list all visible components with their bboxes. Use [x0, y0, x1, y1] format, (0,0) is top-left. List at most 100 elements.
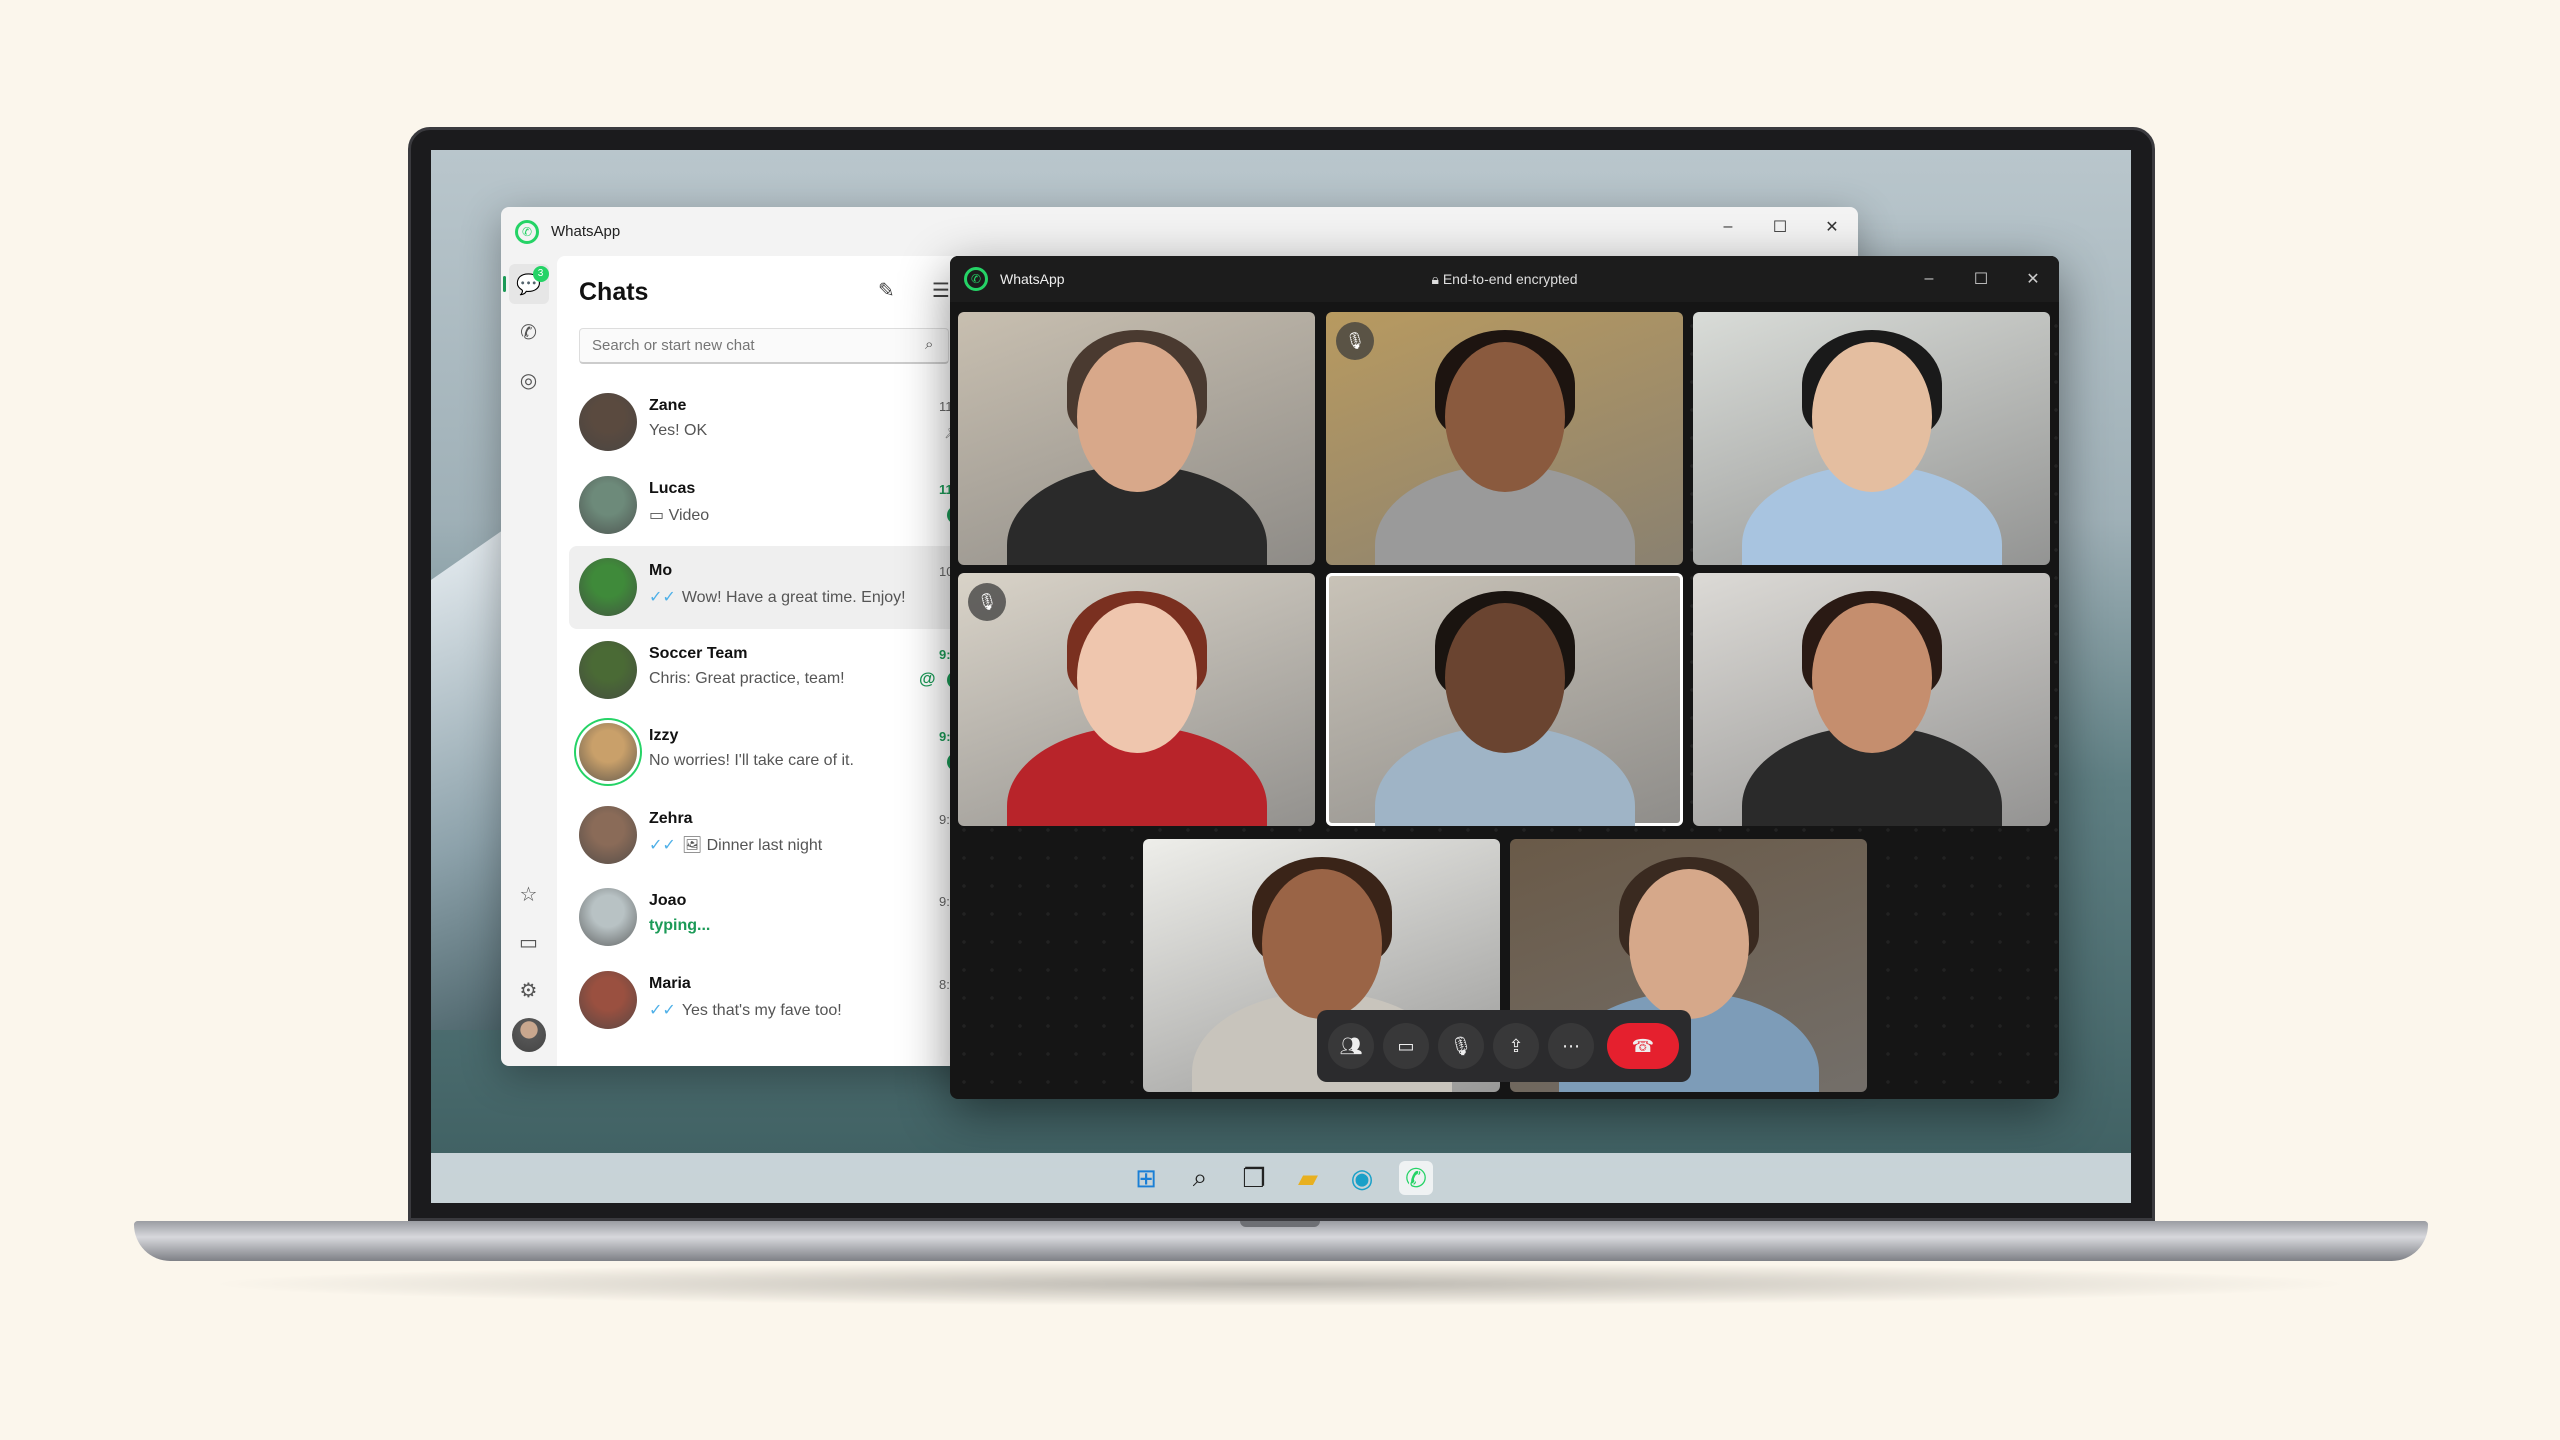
call-window-controls: – ☐ ✕ — [1903, 256, 2059, 302]
archive-icon: ▭ — [519, 931, 538, 954]
close-button[interactable]: ✕ — [2007, 256, 2059, 302]
participant-face — [1076, 342, 1197, 492]
windows-start-icon[interactable]: ⊞ — [1129, 1161, 1163, 1195]
call-controls: 👥︎ ▭ 🎙︎ ⇪ ⋯ ☎︎ — [1317, 1010, 1691, 1082]
search-icon: ⌕ — [925, 336, 934, 353]
chat-list-item[interactable]: Zehra ✓✓🖼︎ Dinner last night 9:19 — [569, 794, 989, 877]
chat-name: Izzy — [649, 727, 679, 744]
search-input[interactable] — [579, 328, 949, 364]
close-button[interactable]: ✕ — [1806, 207, 1858, 247]
participants-button[interactable]: 👥︎ — [1328, 1023, 1374, 1069]
call-window-title: WhatsApp — [1000, 271, 1065, 287]
chat-avatar — [579, 970, 637, 1029]
chat-list-item[interactable]: Izzy No worries! I'll take care of it. 9… — [569, 711, 989, 794]
chat-preview: No worries! I'll take care of it. — [649, 752, 854, 769]
muted-icon: 🎙︎ — [968, 583, 1006, 621]
whatsapp-logo-icon: ✆ — [964, 267, 988, 291]
end-call-icon: ☎︎ — [1631, 1035, 1655, 1056]
desktop-screen: ✆ WhatsApp – ☐ ✕ 💬 3 ✆ ◎ ☆ ▭ ⚙ Chats ✎ ☰ … — [431, 150, 2131, 1203]
chat-list-item[interactable]: Maria ✓✓Yes that's my fave too! 8:43 — [569, 959, 989, 1042]
participant-tile[interactable]: 🎙︎ — [1326, 312, 1683, 565]
nav-archive[interactable]: ▭ — [509, 922, 549, 962]
laptop-shadow — [200, 1262, 2360, 1306]
microphone-button[interactable]: 🎙︎ — [1438, 1023, 1484, 1069]
title-bar: ✆ WhatsApp — [501, 207, 1858, 256]
call-title-bar: ✆ WhatsApp — [950, 256, 2059, 302]
participant-face — [1076, 603, 1197, 753]
calls-icon: ✆ — [520, 321, 537, 344]
read-receipt-icon: ✓✓ — [649, 1001, 676, 1019]
maximize-button[interactable]: ☐ — [1955, 256, 2007, 302]
video-call-window: ✆ WhatsApp 🔒︎ End-to-end encrypted – ☐ ✕… — [950, 256, 2059, 1099]
chat-preview: Yes! OK — [649, 422, 708, 439]
chat-list-item[interactable]: Soccer Team Chris: Great practice, team!… — [569, 629, 989, 712]
participant-face — [1261, 869, 1382, 1019]
participants-icon: 👥︎ — [1339, 1035, 1363, 1056]
maximize-button[interactable]: ☐ — [1754, 207, 1806, 247]
end-call-button[interactable]: ☎︎ — [1607, 1023, 1679, 1069]
share-screen-button[interactable]: ⇪ — [1493, 1023, 1539, 1069]
video-icon: ▭ — [649, 506, 669, 524]
chat-preview: typing... — [649, 917, 711, 934]
chat-avatar — [579, 723, 637, 781]
starred-icon: ☆ — [519, 883, 538, 906]
chat-avatar — [579, 393, 637, 451]
chat-name: Lucas — [649, 479, 696, 497]
nav-chats[interactable]: 💬 3 — [502, 264, 549, 304]
filter-icon[interactable]: ☰ — [932, 278, 950, 303]
profile-avatar[interactable] — [511, 1018, 546, 1052]
chat-preview: Yes that's my fave too! — [681, 1001, 842, 1019]
chat-preview: Dinner last night — [706, 836, 823, 854]
participant-tile[interactable] — [1693, 573, 2050, 826]
chat-name: Zane — [649, 397, 687, 414]
laptop-base — [134, 1221, 2428, 1261]
minimize-button[interactable]: – — [1903, 256, 1955, 302]
new-chat-icon[interactable]: ✎ — [878, 278, 895, 303]
search-icon[interactable]: ⌕ — [1183, 1161, 1217, 1195]
file-explorer-icon[interactable]: ▰ — [1291, 1161, 1325, 1195]
chat-list-item[interactable]: Lucas ▭ Video 11:123 — [569, 464, 989, 547]
nav-status[interactable]: ◎ — [509, 360, 549, 400]
chat-avatar — [579, 475, 637, 534]
chat-name: Soccer Team — [649, 644, 748, 662]
nav-starred[interactable]: ☆ — [509, 874, 549, 914]
more-icon: ⋯ — [1562, 1035, 1580, 1056]
read-receipt-icon: ✓✓ — [649, 836, 676, 854]
participant-face — [1444, 342, 1565, 492]
participant-tile[interactable] — [1693, 312, 2050, 565]
nav-settings[interactable]: ⚙ — [509, 970, 549, 1010]
mention-icon: @ — [919, 668, 936, 688]
chat-preview: Video — [668, 506, 710, 524]
chat-preview: Wow! Have a great time. Enjoy! — [681, 589, 906, 606]
chat-name: Mo — [649, 562, 673, 579]
task-view-icon[interactable]: ❐ — [1237, 1161, 1271, 1195]
video-icon: ▭ — [1397, 1035, 1415, 1056]
minimize-button[interactable]: – — [1702, 207, 1754, 247]
chat-name: Maria — [649, 974, 691, 992]
chats-title: Chats — [579, 278, 649, 306]
microphone-icon: 🎙︎ — [1449, 1035, 1473, 1056]
muted-icon: 🎙︎ — [1336, 322, 1374, 360]
chat-avatar — [579, 888, 637, 946]
whatsapp-icon[interactable]: ✆ — [1399, 1161, 1433, 1195]
settings-icon: ⚙ — [519, 979, 538, 1002]
more-button[interactable]: ⋯ — [1548, 1023, 1594, 1069]
window-title: WhatsApp — [551, 223, 621, 240]
participant-tile[interactable] — [958, 312, 1315, 565]
nav-calls[interactable]: ✆ — [509, 312, 549, 352]
chat-avatar — [579, 805, 637, 864]
chat-list-item[interactable]: Zane Yes! OK 11:37📌︎ — [569, 381, 989, 464]
chat-name: Zehra — [649, 809, 693, 827]
participant-face — [1628, 869, 1749, 1019]
chat-list-item[interactable]: Mo ✓✓Wow! Have a great time. Enjoy! 10:0… — [569, 546, 989, 629]
chats-badge: 3 — [532, 266, 549, 282]
share-screen-icon: ⇪ — [1508, 1035, 1524, 1056]
chat-list-item[interactable]: Joao typing... 9:04 — [569, 876, 989, 959]
chat-avatar — [579, 558, 637, 616]
edge-icon[interactable]: ◉ — [1345, 1161, 1379, 1195]
participant-tile[interactable]: 🎙︎ — [958, 573, 1315, 826]
participant-tile[interactable] — [1326, 573, 1683, 826]
chat-name: Joao — [649, 892, 687, 909]
video-button[interactable]: ▭ — [1383, 1023, 1429, 1069]
participant-face — [1811, 342, 1932, 492]
